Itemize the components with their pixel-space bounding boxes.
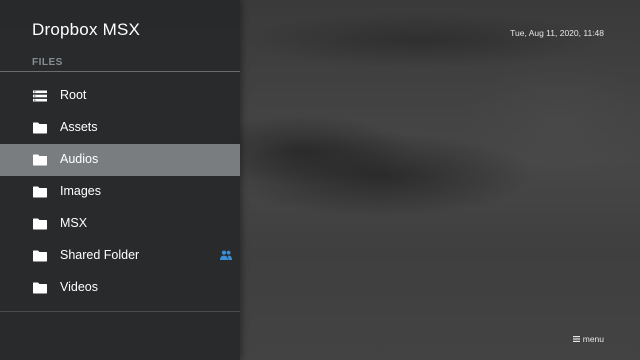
list-item-msx[interactable]: MSX	[0, 208, 240, 240]
sidebar: Dropbox MSX FILES Root Assets Audios Ima…	[0, 0, 240, 360]
list-item-images[interactable]: Images	[0, 176, 240, 208]
people-icon	[220, 250, 232, 260]
hamburger-icon	[572, 336, 580, 342]
folder-icon	[33, 122, 47, 134]
folder-icon	[33, 154, 47, 166]
list-item-label: Assets	[60, 120, 98, 134]
list-item-label: MSX	[60, 216, 88, 230]
list-item-root[interactable]: Root	[0, 80, 240, 112]
list-item-label: Images	[60, 184, 101, 198]
section-label-files: FILES	[32, 57, 63, 68]
list-item-shared-folder[interactable]: Shared Folder	[0, 240, 240, 272]
status-datetime: Tue, Aug 11, 2020, 11:48	[510, 28, 604, 38]
menu-button[interactable]: menu	[572, 334, 604, 344]
divider	[0, 71, 240, 72]
folder-icon	[33, 186, 47, 198]
folder-icon	[33, 250, 47, 262]
folder-icon	[33, 218, 47, 230]
list-item-label: Audios	[60, 152, 99, 166]
list-item-assets[interactable]: Assets	[0, 112, 240, 144]
menu-label: menu	[582, 334, 604, 344]
list-item-videos[interactable]: Videos	[0, 272, 240, 304]
app-title: Dropbox MSX	[32, 20, 141, 39]
list-item-audios[interactable]: Audios	[0, 144, 240, 176]
folder-icon	[33, 282, 47, 294]
file-list: Root Assets Audios Images MSX Shared Fol…	[0, 80, 240, 304]
list-icon	[33, 90, 47, 102]
list-item-label: Shared Folder	[60, 248, 140, 262]
list-item-label: Videos	[60, 280, 98, 294]
list-item-label: Root	[60, 88, 87, 102]
divider	[0, 311, 240, 312]
